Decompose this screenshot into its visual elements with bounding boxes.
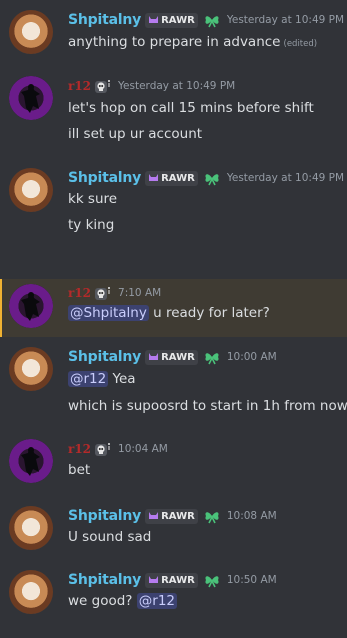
server-tag-label: RAWR (161, 172, 195, 184)
server-tag-label: RAWR (161, 14, 195, 26)
message-text: U sound sad (68, 529, 152, 545)
message-text: let's hop on call 15 mins before shift (68, 100, 314, 116)
message-text: anything to prepare in advance (68, 34, 281, 50)
message-text: which is supoosrd to start in 1h from no… (68, 398, 347, 414)
timestamp[interactable]: 10:50 AM (227, 574, 277, 586)
avatar[interactable] (9, 506, 53, 550)
edited-label: (edited) (283, 39, 318, 49)
username[interactable]: r12 (68, 79, 91, 93)
timestamp[interactable]: 10:04 AM (118, 443, 168, 455)
message-group: r12 10:04 AM bet (0, 432, 347, 492)
message-text: ill set up ur account (68, 126, 203, 142)
avatar[interactable] (9, 168, 53, 212)
message-line: bet (68, 462, 90, 478)
message-header: r12 Yesterday at 10:49 PM (68, 77, 235, 95)
green-leaf-icon[interactable] (203, 572, 221, 588)
avatar[interactable] (9, 76, 53, 120)
timestamp[interactable]: 7:10 AM (118, 287, 161, 299)
message-group: Shpitalny RAWR Yesterday at 10:49 PM kk … (0, 158, 347, 244)
message-line: which is supoosrd to start in 1h from no… (68, 398, 347, 414)
message-text: Yea (112, 371, 136, 387)
skull-icon[interactable] (94, 441, 112, 458)
timestamp[interactable]: 10:08 AM (227, 510, 277, 522)
skull-icon[interactable] (94, 78, 112, 95)
avatar-figure (21, 84, 40, 113)
server-tag[interactable]: RAWR (145, 170, 198, 186)
username[interactable]: r12 (68, 286, 91, 300)
message-group: r12 Yesterday at 10:49 PM let's hop on c… (0, 66, 347, 152)
username[interactable]: r12 (68, 442, 91, 456)
server-tag-label: RAWR (161, 574, 195, 586)
green-leaf-icon[interactable] (203, 349, 221, 365)
server-tag[interactable]: RAWR (145, 349, 198, 365)
timestamp[interactable]: Yesterday at 10:49 PM (227, 172, 344, 184)
username[interactable]: Shpitalny (68, 170, 141, 186)
avatar[interactable] (9, 570, 53, 614)
avatar[interactable] (9, 10, 53, 54)
message-group-mentioned: r12 7:10 AM @Shpitalny u ready for later… (0, 279, 347, 337)
message-text: we good? (68, 593, 133, 609)
timestamp[interactable]: Yesterday at 10:49 PM (227, 14, 344, 26)
message-text: kk sure (68, 191, 118, 207)
server-tag[interactable]: RAWR (145, 508, 198, 524)
purple-cat-icon (149, 512, 159, 519)
message-line: ty king (68, 217, 114, 233)
green-leaf-icon[interactable] (203, 12, 221, 28)
message-line: @Shpitalny u ready for later? (68, 305, 270, 321)
message-header: Shpitalny RAWR Yesterday at 10:49 PM (68, 11, 344, 29)
server-tag[interactable]: RAWR (145, 572, 198, 588)
avatar[interactable] (9, 284, 53, 328)
avatar-figure (21, 292, 40, 321)
message-group: Shpitalny RAWR Yesterday at 10:49 PM any… (0, 0, 347, 60)
server-tag[interactable]: RAWR (145, 12, 198, 28)
message-line: anything to prepare in advance (edited) (68, 34, 317, 50)
chat-message-list: Shpitalny RAWR Yesterday at 10:49 PM any… (0, 0, 347, 638)
message-line: we good? @r12 (68, 593, 177, 609)
message-line: @r12 Yea (68, 371, 136, 387)
message-text: u ready for later? (153, 305, 270, 321)
message-header: Shpitalny RAWR 10:50 AM (68, 571, 277, 589)
avatar-figure (21, 447, 40, 476)
message-text: ty king (68, 217, 115, 233)
skull-icon[interactable] (94, 285, 112, 302)
username[interactable]: Shpitalny (68, 12, 141, 28)
user-mention[interactable]: @r12 (68, 371, 109, 387)
green-leaf-icon[interactable] (203, 508, 221, 524)
message-line: let's hop on call 15 mins before shift (68, 100, 314, 116)
message-header: Shpitalny RAWR Yesterday at 10:49 PM (68, 169, 344, 187)
purple-cat-icon (149, 16, 159, 23)
message-group: Shpitalny RAWR 10:00 AM @r12 Yea which i… (0, 340, 347, 424)
server-tag-label: RAWR (161, 351, 195, 363)
message-line: U sound sad (68, 529, 151, 545)
timestamp[interactable]: Yesterday at 10:49 PM (118, 80, 235, 92)
green-leaf-icon[interactable] (203, 170, 221, 186)
message-group: Shpitalny RAWR 10:08 AM U sound sad (0, 498, 347, 558)
server-tag-label: RAWR (161, 510, 195, 522)
avatar[interactable] (9, 347, 53, 391)
avatar[interactable] (9, 439, 53, 483)
timestamp[interactable]: 10:00 AM (227, 351, 277, 363)
message-header: r12 7:10 AM (68, 284, 161, 302)
message-group: Shpitalny RAWR 10:50 AM we good? @r12 (0, 562, 347, 632)
message-header: r12 10:04 AM (68, 440, 168, 458)
purple-cat-icon (149, 174, 159, 181)
message-header: Shpitalny RAWR 10:08 AM (68, 507, 277, 525)
purple-cat-icon (149, 353, 159, 360)
message-line: kk sure (68, 191, 117, 207)
username[interactable]: Shpitalny (68, 349, 141, 365)
username[interactable]: Shpitalny (68, 508, 141, 524)
username[interactable]: Shpitalny (68, 572, 141, 588)
user-mention[interactable]: @r12 (136, 593, 177, 609)
message-header: Shpitalny RAWR 10:00 AM (68, 348, 277, 366)
purple-cat-icon (149, 576, 159, 583)
user-mention[interactable]: @Shpitalny (68, 305, 149, 321)
message-line: ill set up ur account (68, 126, 202, 142)
message-text: bet (68, 462, 91, 478)
